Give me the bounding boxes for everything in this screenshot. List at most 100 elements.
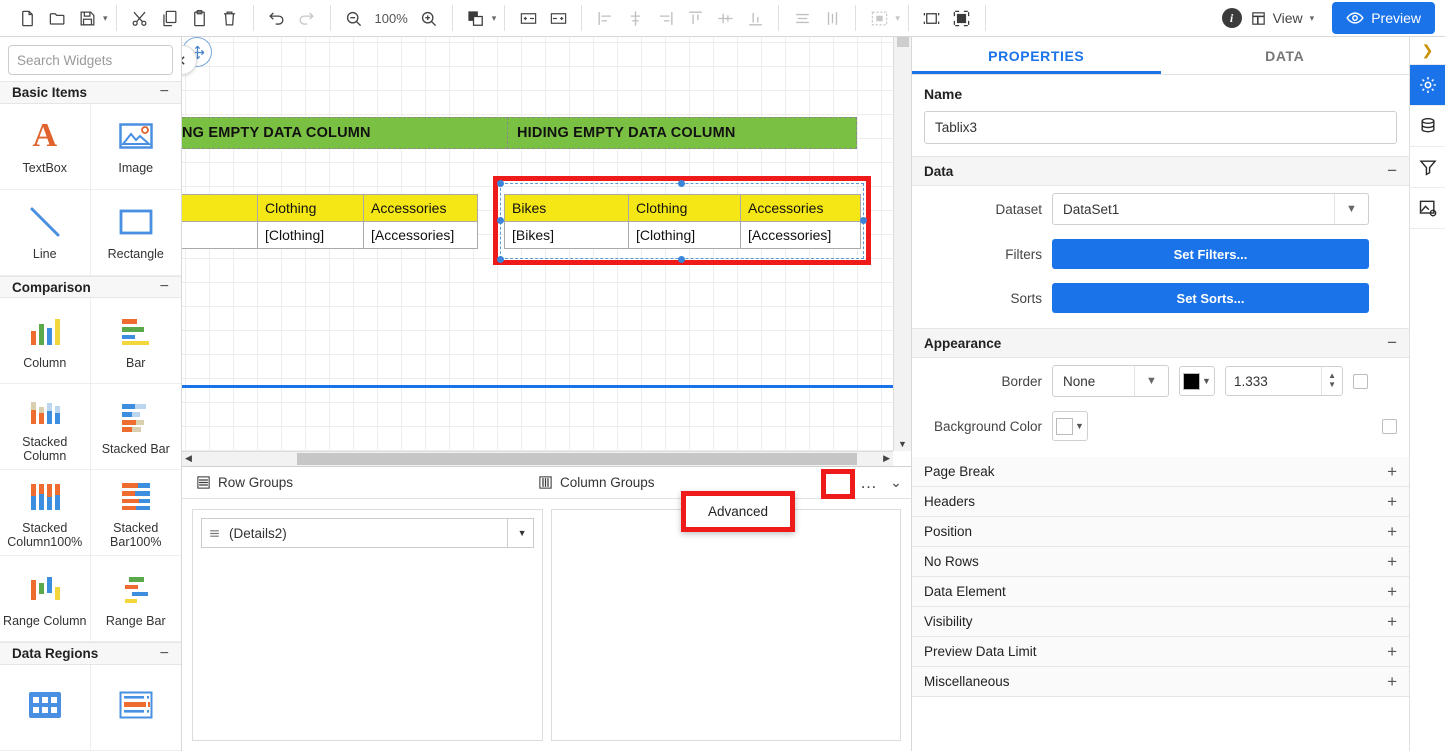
- section-toggle-icon[interactable]: −: [160, 278, 169, 296]
- scroll-down-arrow-icon[interactable]: ▼: [898, 439, 907, 449]
- border-style-select[interactable]: None ▼: [1052, 365, 1169, 397]
- section-header-position[interactable]: Position +: [912, 517, 1409, 547]
- resize-handle[interactable]: [497, 217, 504, 224]
- resize-handle[interactable]: [497, 256, 504, 263]
- header-cell[interactable]: Clothing: [629, 195, 741, 222]
- resize-handle[interactable]: [678, 256, 685, 263]
- right-report-title[interactable]: HIDING EMPTY DATA COLUMN: [507, 117, 857, 149]
- section-toggle-icon[interactable]: −: [160, 83, 169, 101]
- align-top-icon[interactable]: [680, 4, 710, 32]
- section-toggle-icon[interactable]: +: [1387, 552, 1397, 572]
- row-groups-box[interactable]: (Details2) ▼: [192, 509, 543, 741]
- section-header-no-rows[interactable]: No Rows +: [912, 547, 1409, 577]
- border-width-input[interactable]: [1226, 374, 1321, 389]
- widget-range-bar[interactable]: Range Bar: [91, 556, 182, 642]
- data-cell[interactable]: [Clothing]: [629, 222, 741, 249]
- chevron-down-icon[interactable]: ▼: [1202, 376, 1211, 386]
- bring-to-front-icon[interactable]: [461, 4, 491, 32]
- new-file-icon[interactable]: [12, 4, 42, 32]
- rail-item-data[interactable]: [1410, 106, 1445, 147]
- data-cell[interactable]: [Accessories]: [364, 222, 478, 249]
- widget-range-column[interactable]: Range Column: [0, 556, 91, 642]
- advanced-context-menu[interactable]: Advanced: [681, 491, 795, 532]
- rail-item-image-settings[interactable]: [1410, 188, 1445, 229]
- border-expression-checkbox[interactable]: [1353, 374, 1368, 389]
- cut-icon[interactable]: [125, 4, 155, 32]
- left-report-table[interactable]: Clothing Accessories [Clothing] [Accesso…: [182, 194, 478, 249]
- search-input[interactable]: [17, 53, 182, 68]
- chevron-down-icon[interactable]: ▼: [1334, 194, 1368, 224]
- align-left-icon[interactable]: [590, 4, 620, 32]
- resize-handle[interactable]: [678, 180, 685, 187]
- insert-column-right-icon[interactable]: [543, 4, 573, 32]
- header-cell[interactable]: Clothing: [258, 195, 364, 222]
- row-group-dropdown-icon[interactable]: ▼: [507, 519, 527, 547]
- header-cell[interactable]: Bikes: [505, 195, 629, 222]
- widget-stacked-column[interactable]: Stacked Column: [0, 384, 91, 470]
- tab-data[interactable]: DATA: [1161, 37, 1410, 74]
- widget-table[interactable]: [0, 665, 91, 751]
- design-canvas[interactable]: NG EMPTY DATA COLUMN Clothing Accessorie…: [182, 37, 911, 466]
- section-header-basic-items[interactable]: Basic Items −: [0, 81, 181, 104]
- paste-icon[interactable]: [185, 4, 215, 32]
- make-same-height-icon[interactable]: [947, 4, 977, 32]
- view-menu-button[interactable]: View ▾: [1242, 6, 1323, 31]
- data-cell[interactable]: [Accessories]: [741, 222, 861, 249]
- right-report-table[interactable]: Bikes Clothing Accessories [Bikes] [Clot…: [504, 194, 861, 249]
- border-width-stepper[interactable]: ▲▼: [1225, 366, 1343, 396]
- chevron-down-icon[interactable]: ▼: [1134, 366, 1168, 396]
- row-group-item[interactable]: (Details2) ▼: [201, 518, 534, 548]
- section-toggle-icon[interactable]: −: [160, 645, 169, 663]
- section-toggle-icon[interactable]: +: [1387, 642, 1397, 662]
- widget-list[interactable]: [91, 665, 182, 751]
- delete-icon[interactable]: [215, 4, 245, 32]
- scroll-left-arrow-icon[interactable]: ◀: [185, 453, 192, 464]
- border-color-swatch[interactable]: ▼: [1179, 366, 1215, 396]
- resize-handle[interactable]: [497, 180, 504, 187]
- stepper-arrows-icon[interactable]: ▲▼: [1321, 367, 1342, 395]
- insert-column-left-icon[interactable]: [513, 4, 543, 32]
- info-icon[interactable]: i: [1222, 8, 1242, 28]
- preview-button[interactable]: Preview: [1332, 2, 1435, 34]
- widget-textbox[interactable]: A TextBox: [0, 104, 91, 190]
- widget-rectangle[interactable]: Rectangle: [91, 190, 182, 276]
- open-folder-icon[interactable]: [42, 4, 72, 32]
- widget-column[interactable]: Column: [0, 298, 91, 384]
- align-middle-icon[interactable]: [710, 4, 740, 32]
- make-same-width-icon[interactable]: [917, 4, 947, 32]
- search-widgets-box[interactable]: [8, 45, 173, 75]
- chevron-down-icon[interactable]: ▼: [1075, 421, 1084, 431]
- canvas-horizontal-scrollbar[interactable]: ◀ ▶: [182, 451, 893, 466]
- redo-icon[interactable]: [292, 4, 322, 32]
- widget-line[interactable]: Line: [0, 190, 91, 276]
- header-cell[interactable]: Accessories: [741, 195, 861, 222]
- section-header-page-break[interactable]: Page Break +: [912, 457, 1409, 487]
- set-sorts-button[interactable]: Set Sorts...: [1052, 283, 1369, 313]
- scroll-thumb[interactable]: [297, 453, 857, 465]
- background-color-swatch[interactable]: ▼: [1052, 411, 1088, 441]
- undo-icon[interactable]: [262, 4, 292, 32]
- section-header-appearance[interactable]: Appearance −: [912, 328, 1409, 358]
- section-toggle-icon[interactable]: −: [1387, 333, 1397, 353]
- save-icon[interactable]: [72, 4, 102, 32]
- widget-bar[interactable]: Bar: [91, 298, 182, 384]
- section-toggle-icon[interactable]: +: [1387, 612, 1397, 632]
- rail-item-properties[interactable]: [1410, 65, 1445, 106]
- canvas-vertical-scrollbar[interactable]: ▼: [893, 37, 911, 451]
- section-header-preview-data-limit[interactable]: Preview Data Limit +: [912, 637, 1409, 667]
- header-cell[interactable]: [182, 195, 258, 222]
- name-input[interactable]: [924, 111, 1397, 144]
- rail-item-filter[interactable]: [1410, 147, 1445, 188]
- tab-properties[interactable]: PROPERTIES: [912, 37, 1161, 74]
- section-toggle-icon[interactable]: +: [1387, 522, 1397, 542]
- dataset-select[interactable]: DataSet1 ▼: [1052, 193, 1369, 225]
- distribute-horizontal-icon[interactable]: [787, 4, 817, 32]
- expand-groups-button[interactable]: ⌄: [885, 471, 907, 495]
- align-right-icon[interactable]: [650, 4, 680, 32]
- section-header-data-element[interactable]: Data Element +: [912, 577, 1409, 607]
- section-header-miscellaneous[interactable]: Miscellaneous +: [912, 667, 1409, 697]
- menu-item-advanced[interactable]: Advanced: [686, 496, 790, 527]
- zoom-out-icon[interactable]: [339, 4, 369, 32]
- section-header-visibility[interactable]: Visibility +: [912, 607, 1409, 637]
- more-options-button[interactable]: …: [855, 471, 883, 495]
